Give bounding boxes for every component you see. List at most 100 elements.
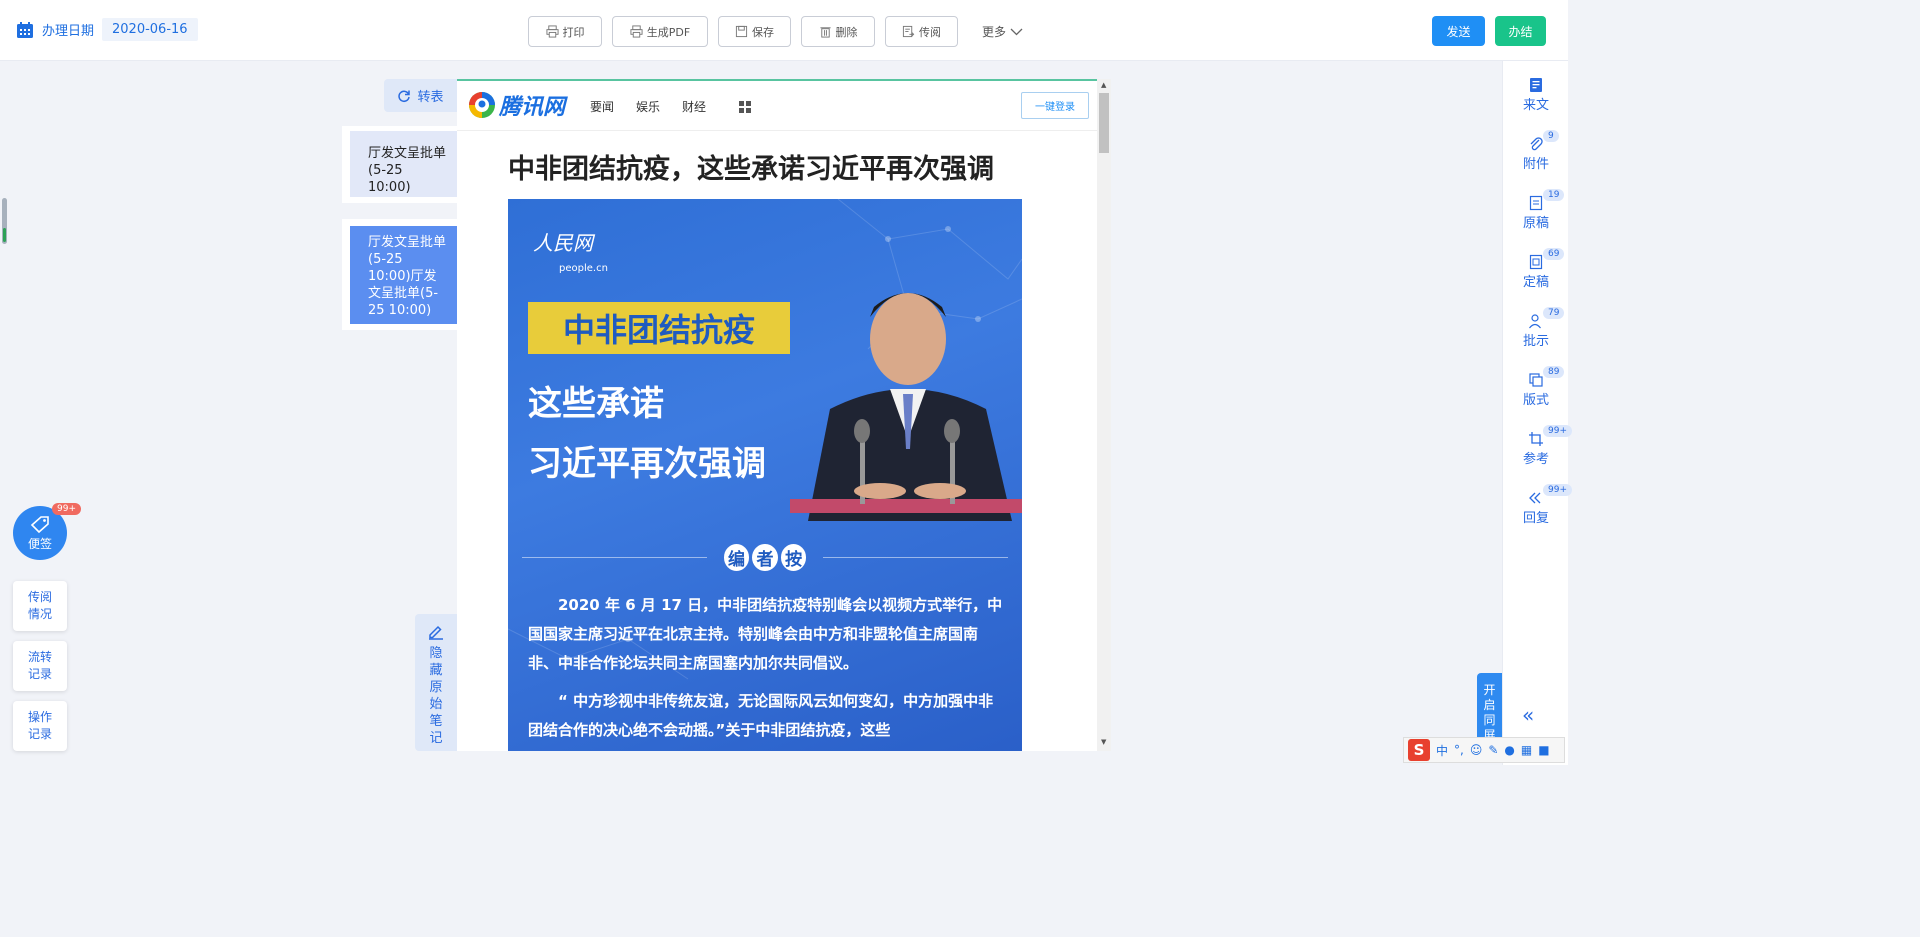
article-hero-image: 人民网 people.cn 中非团结抗疫 这些承诺 习近平再次强调 编 者 按 xyxy=(508,199,1022,751)
document-scrollbar[interactable]: ▲ ▼ xyxy=(1097,79,1111,751)
drag-handle[interactable] xyxy=(2,198,7,244)
nav-finance[interactable]: 财经 xyxy=(682,98,706,115)
circulate-icon xyxy=(902,25,915,38)
send-button[interactable]: 发送 xyxy=(1432,16,1485,46)
hide-notes-button[interactable]: 隐藏原始笔记 xyxy=(415,614,457,751)
tencent-logo-icon xyxy=(469,92,495,118)
date-label: 办理日期 xyxy=(42,24,95,39)
site-name: 腾讯网 xyxy=(499,95,566,120)
site-nav: 要闻 娱乐 财经 xyxy=(590,98,706,115)
save-icon xyxy=(735,25,748,38)
toolbar-actions: 打印 生成PDF 保存 删除 传阅 更多 xyxy=(528,16,1023,47)
sidebar-item-reply[interactable]: 99+ 回复 xyxy=(1503,484,1572,526)
flow-record-button[interactable]: 流转记录 xyxy=(13,641,67,691)
editor-note-divider: 编 者 按 xyxy=(508,544,1022,571)
generate-pdf-label: 生成PDF xyxy=(646,25,691,39)
circulate-label: 传阅 xyxy=(919,25,941,39)
switch-form-label: 转表 xyxy=(417,90,444,105)
hero-line-2: 习近平再次强调 xyxy=(528,444,766,484)
draft-badge: 19 xyxy=(1543,189,1565,201)
user-pen-icon xyxy=(1529,314,1541,329)
form-list-item-active[interactable]: 厅发文呈批单(5-25 10:00)厅发文呈批单(5-25 10:00) xyxy=(350,226,457,324)
pen-icon[interactable]: ✎ xyxy=(1488,743,1498,757)
nav-news[interactable]: 要闻 xyxy=(590,98,614,115)
site-header: 腾讯网 要闻 娱乐 财经 一键登录 xyxy=(457,81,1097,131)
sidebar-item-incoming[interactable]: 来文 xyxy=(1503,77,1569,113)
refresh-icon xyxy=(398,90,411,102)
handle-date: 办理日期 2020-06-16 xyxy=(16,18,198,41)
circulation-status-button[interactable]: 传阅情况 xyxy=(13,581,67,631)
switch-form-button[interactable]: 转表 xyxy=(384,79,457,112)
crop-icon xyxy=(1529,432,1543,446)
scroll-up-arrow-icon[interactable]: ▲ xyxy=(1101,81,1106,89)
sidebar-item-layout[interactable]: 89 版式 xyxy=(1503,366,1569,408)
pen-icon xyxy=(429,625,443,640)
flow-record-label: 流转记录 xyxy=(27,650,52,681)
one-click-login-button[interactable]: 一键登录 xyxy=(1021,92,1089,119)
sidebar-item-label: 参考 xyxy=(1522,452,1549,467)
sidebar-item-label: 定稿 xyxy=(1522,275,1549,290)
people-logo: 人民网 people.cn xyxy=(533,227,608,275)
nav-entertainment[interactable]: 娱乐 xyxy=(636,98,660,115)
more-menu[interactable]: 更多 xyxy=(982,23,1023,40)
delete-button[interactable]: 删除 xyxy=(801,16,875,47)
draft-icon xyxy=(1529,195,1543,211)
sogou-logo-icon[interactable]: S xyxy=(1408,739,1430,761)
print-button[interactable]: 打印 xyxy=(528,16,602,47)
site-logo[interactable]: 腾讯网 xyxy=(467,89,565,121)
sidebar-item-final[interactable]: 69 定稿 xyxy=(1503,248,1569,290)
calendar-icon xyxy=(17,21,33,38)
hero-paragraph-1: 2020 年 6 月 17 日，中非团结抗疫特别峰会以视频方式举行，中国国家主席… xyxy=(528,596,1003,672)
sidebar-item-draft[interactable]: 19 原稿 xyxy=(1503,189,1569,231)
sidebar-item-label: 回复 xyxy=(1522,511,1549,526)
article-title: 中非团结抗疫，这些承诺习近平再次强调 xyxy=(508,154,994,185)
reference-badge: 99+ xyxy=(1543,425,1572,437)
double-chevron-left-icon[interactable]: « xyxy=(1522,703,1534,727)
sidebar-item-label: 批示 xyxy=(1522,334,1549,349)
people-logo-en: people.cn xyxy=(559,263,608,274)
trash-icon xyxy=(819,27,831,38)
sidebar-item-label: 版式 xyxy=(1522,393,1549,408)
circulate-button[interactable]: 传阅 xyxy=(885,16,958,47)
microphone-icon[interactable]: ● xyxy=(1504,743,1514,757)
scroll-thumb[interactable] xyxy=(1099,93,1109,153)
editor-char: 按 xyxy=(780,544,807,571)
layout-badge: 89 xyxy=(1543,366,1565,378)
form-list-item[interactable]: 厅发文呈批单(5-25 10:00) xyxy=(350,131,457,197)
portrait-photo xyxy=(790,293,1022,521)
more-label: 更多 xyxy=(982,25,1007,39)
grid-icon[interactable]: ■ xyxy=(1538,743,1549,757)
printer-icon xyxy=(545,25,559,38)
instruction-badge: 79 xyxy=(1543,307,1565,319)
delete-label: 删除 xyxy=(835,25,858,39)
hero-tag: 中非团结抗疫 xyxy=(528,302,790,354)
complete-button[interactable]: 办结 xyxy=(1495,16,1546,46)
date-input[interactable]: 2020-06-16 xyxy=(102,18,198,41)
circulation-status-label: 传阅情况 xyxy=(27,590,52,621)
reply-icon xyxy=(1529,492,1541,504)
sidebar-item-attachment[interactable]: 9 附件 xyxy=(1503,130,1569,172)
print-label: 打印 xyxy=(562,25,585,39)
keyboard-icon[interactable]: ▦ xyxy=(1521,743,1532,757)
sidebar-item-reference[interactable]: 99+ 参考 xyxy=(1503,425,1572,467)
ime-mode[interactable]: 中 xyxy=(1436,742,1448,759)
sticky-note-label: 便签 xyxy=(27,536,52,551)
document-viewer: 腾讯网 要闻 娱乐 财经 一键登录 中非团结抗疫，这些承诺习近平再次强调 人民网… xyxy=(457,79,1097,751)
generate-pdf-button[interactable]: 生成PDF xyxy=(612,16,708,47)
scroll-down-arrow-icon[interactable]: ▼ xyxy=(1101,738,1106,746)
operation-record-button[interactable]: 操作记录 xyxy=(13,701,67,751)
sticky-note-button[interactable]: 99+ 便签 xyxy=(13,503,81,560)
save-button[interactable]: 保存 xyxy=(718,16,791,47)
top-toolbar: 办理日期 2020-06-16 打印 生成PDF 保存 删除 传阅 更多 发送 … xyxy=(0,0,1568,61)
layout-icon xyxy=(1529,373,1543,387)
sidebar-item-instruction[interactable]: 79 批示 xyxy=(1503,307,1569,349)
hide-notes-label: 隐藏原始笔记 xyxy=(429,646,443,746)
punctuation-icon[interactable]: °, xyxy=(1454,743,1464,757)
sync-screen-label: 开启同屏 xyxy=(1483,683,1496,742)
grid-icon[interactable] xyxy=(739,101,751,113)
emoji-icon[interactable]: ☺ xyxy=(1470,743,1483,757)
operation-record-label: 操作记录 xyxy=(27,710,52,741)
people-logo-cn: 人民网 xyxy=(533,231,593,255)
document-icon xyxy=(1530,78,1542,92)
right-sidebar: 来文 9 附件 19 原稿 69 定稿 79 批示 89 版式 99+ 参考 9… xyxy=(1502,61,1572,765)
